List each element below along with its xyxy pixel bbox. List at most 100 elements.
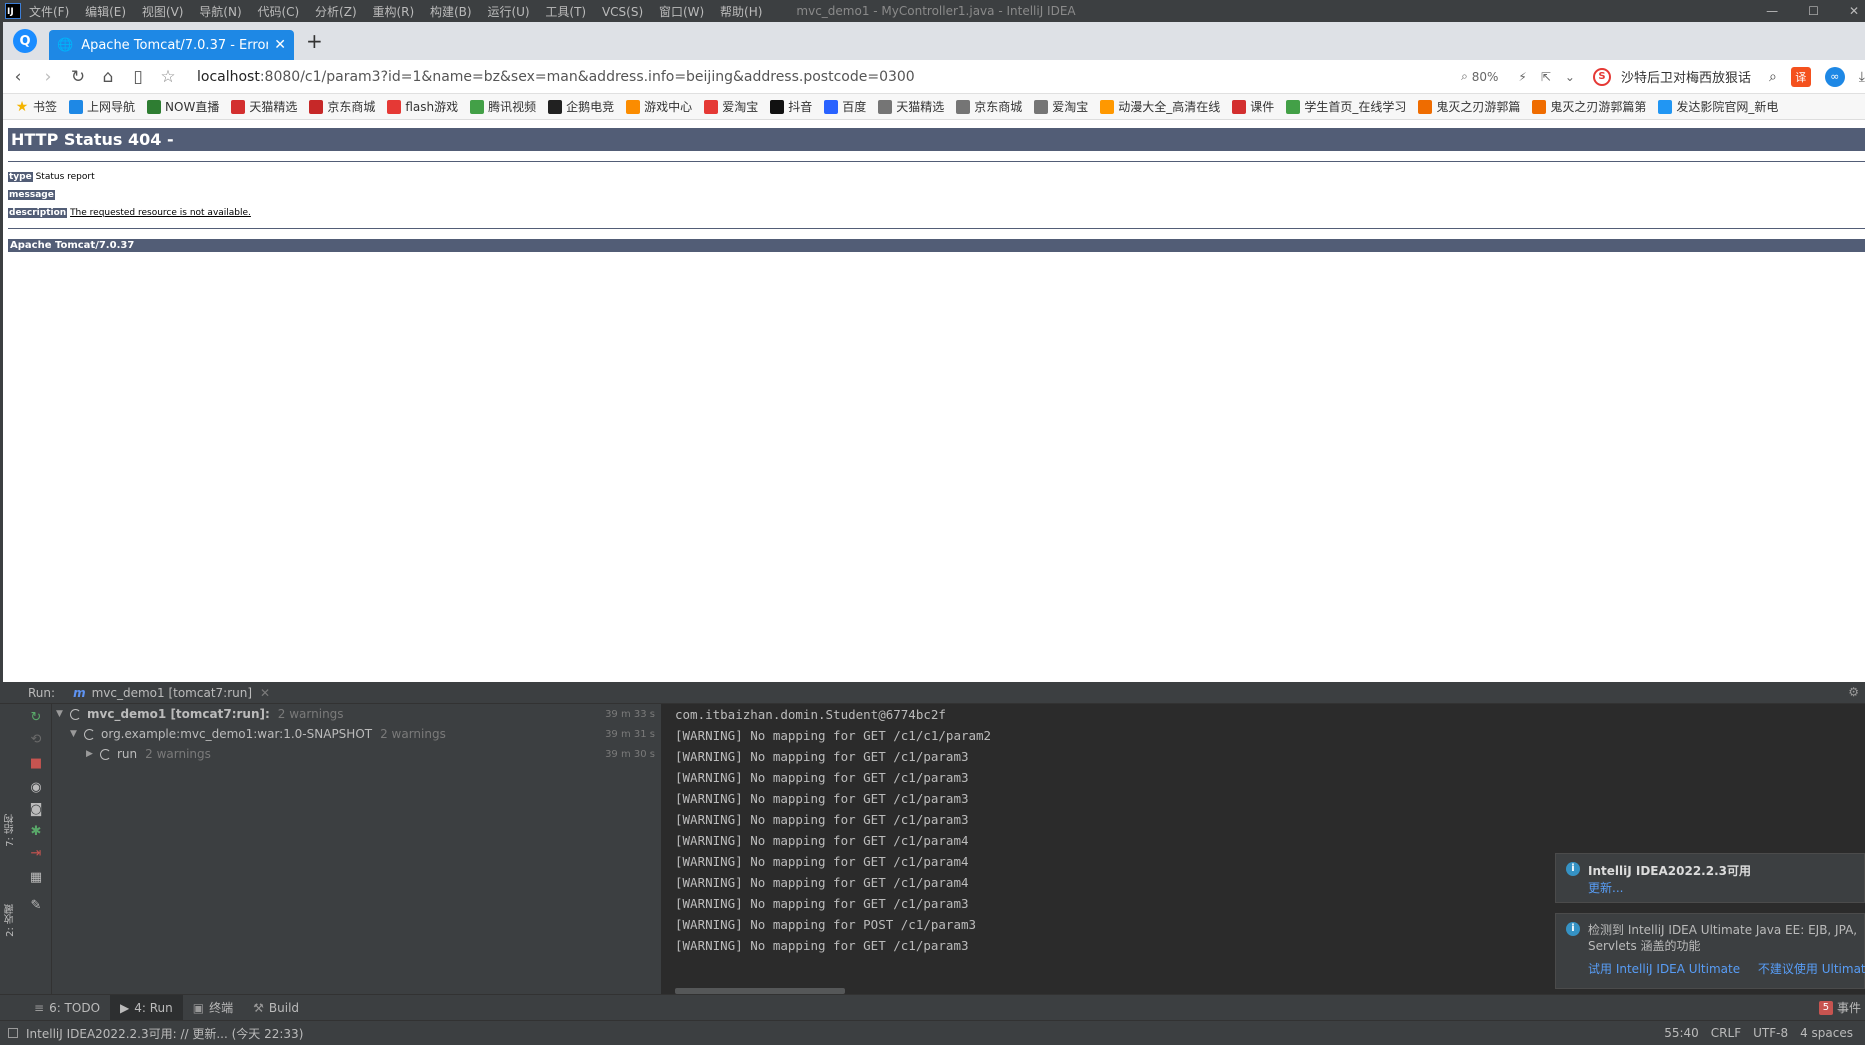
status-bar: IntelliJ IDEA2022.2.3可用: // 更新... (今天 22… bbox=[0, 1020, 1865, 1045]
bookmark-item[interactable]: flash游戏 bbox=[387, 98, 458, 115]
file-encoding[interactable]: UTF-8 bbox=[1753, 1026, 1788, 1040]
back-icon[interactable]: ‹ bbox=[3, 67, 33, 87]
bookmark-item[interactable]: 上网导航 bbox=[69, 98, 135, 115]
pin-icon[interactable]: ✎ bbox=[28, 898, 44, 914]
rerun-failed-icon[interactable]: ⟲ bbox=[28, 732, 44, 748]
tab-run[interactable]: ▶ 4: Run bbox=[110, 994, 183, 1021]
menu-help[interactable]: 帮助(H) bbox=[720, 5, 762, 19]
maximize-icon[interactable]: ☐ bbox=[1808, 4, 1819, 18]
menu-edit[interactable]: 编辑(E) bbox=[85, 5, 126, 19]
run-config-tab[interactable]: m mvc_demo1 [tomcat7:run] ✕ bbox=[73, 686, 270, 700]
bookmark-item[interactable]: 鬼灭之刃游郭篇第 bbox=[1532, 98, 1646, 115]
translate-icon[interactable]: 译 bbox=[1790, 66, 1811, 87]
bookmark-item[interactable]: 天猫精选 bbox=[878, 98, 944, 115]
line-separator[interactable]: CRLF bbox=[1711, 1026, 1741, 1040]
close-icon[interactable]: ✕ bbox=[1849, 4, 1859, 18]
menu-build[interactable]: 构建(B) bbox=[430, 5, 472, 19]
menu-run[interactable]: 运行(U) bbox=[487, 5, 529, 19]
search-suggestion[interactable]: S 沙特后卫对梅西放狠话 bbox=[1592, 67, 1751, 86]
caret-position[interactable]: 55:40 bbox=[1664, 1026, 1699, 1040]
bookmark-item[interactable]: 鬼灭之刃游郭篇 bbox=[1418, 98, 1520, 115]
bookmark-item[interactable]: 学生首页_在线学习 bbox=[1286, 98, 1406, 115]
download-icon[interactable]: ⤓ bbox=[1859, 69, 1865, 85]
menu-window[interactable]: 窗口(W) bbox=[659, 5, 704, 19]
bookmark-item[interactable]: 京东商城 bbox=[956, 98, 1022, 115]
debug-icon[interactable]: ✱ bbox=[28, 824, 44, 840]
todo-icon: ≡ bbox=[34, 1000, 45, 1015]
favorites-side-tab[interactable]: 2: 收藏 bbox=[3, 904, 18, 937]
bookmark-item[interactable]: 京东商城 bbox=[309, 98, 375, 115]
eye-icon[interactable]: ◉ bbox=[28, 780, 44, 796]
bookmark-label: 企鹅电竞 bbox=[566, 100, 615, 114]
tree-row[interactable]: ▼ mvc_demo1 [tomcat7:run]: 2 warnings 39… bbox=[52, 704, 661, 724]
exit-icon[interactable]: ⇥ bbox=[28, 846, 44, 862]
tab-build[interactable]: ⚒ Build bbox=[243, 995, 309, 1021]
zoom-level[interactable]: 80% bbox=[1472, 70, 1499, 84]
stop-icon[interactable]: ■ bbox=[28, 756, 44, 772]
reload-icon[interactable]: ↻ bbox=[63, 67, 93, 87]
tab-close-icon[interactable]: ✕ bbox=[274, 37, 286, 53]
minimize-icon[interactable]: — bbox=[1766, 4, 1778, 18]
run-toolbar: ↻ ⟲ ■ ◉ ◙ ✱ ⇥ ▦ ✎ bbox=[20, 704, 52, 994]
gear-icon[interactable]: ⚙ bbox=[1848, 685, 1859, 699]
expand-arrow-icon[interactable]: ▼ bbox=[70, 729, 84, 739]
update-link[interactable]: 更新... bbox=[1588, 879, 1864, 896]
camera-icon[interactable]: ◙ bbox=[28, 802, 44, 818]
browser-logo-icon[interactable]: Q bbox=[13, 29, 37, 53]
bookmark-item[interactable]: 百度 bbox=[824, 98, 866, 115]
zoom-icon[interactable]: ⌕ bbox=[1461, 69, 1472, 84]
tab-terminal[interactable]: ▣ 终端 bbox=[183, 995, 243, 1021]
bookmark-item[interactable]: 企鹅电竞 bbox=[548, 98, 614, 115]
menu-view[interactable]: 视图(V) bbox=[142, 5, 184, 19]
menu-vcs[interactable]: VCS(S) bbox=[602, 5, 643, 19]
tree-row[interactable]: ▼ org.example:mvc_demo1:war:1.0-SNAPSHOT… bbox=[52, 724, 661, 744]
share-icon[interactable]: ⇱ bbox=[1541, 70, 1551, 84]
console-line: [WARNING] No mapping for GET /c1/param3 bbox=[675, 812, 969, 827]
bookmark-item[interactable]: 动漫大全_高清在线 bbox=[1100, 98, 1220, 115]
reader-icon[interactable]: ▯ bbox=[123, 67, 153, 87]
search-icon[interactable]: ⌕ bbox=[1769, 69, 1777, 85]
bookmark-item[interactable]: 发达影院官网_新电 bbox=[1658, 98, 1778, 115]
menu-analyze[interactable]: 分析(Z) bbox=[315, 5, 357, 19]
menu-tools[interactable]: 工具(T) bbox=[545, 5, 586, 19]
menu-code[interactable]: 代码(C) bbox=[257, 5, 299, 19]
lightning-icon[interactable]: ⚡ bbox=[1518, 70, 1526, 84]
bookmark-item[interactable]: 腾讯视频 bbox=[470, 98, 536, 115]
home-icon[interactable]: ⌂ bbox=[93, 67, 123, 87]
tree-warnings: 2 warnings bbox=[277, 707, 344, 721]
bookmark-item[interactable]: 爱淘宝 bbox=[704, 98, 758, 115]
new-tab-icon[interactable]: + bbox=[306, 29, 323, 53]
indent-setting[interactable]: 4 spaces bbox=[1800, 1026, 1853, 1040]
browser-tab-active[interactable]: 🌐 Apache Tomcat/7.0.37 - Error rep ✕ bbox=[49, 30, 294, 60]
bookmark-star-icon[interactable]: ☆ bbox=[153, 67, 183, 87]
layout-icon[interactable]: ▦ bbox=[28, 870, 44, 886]
forward-icon[interactable]: › bbox=[33, 67, 63, 87]
extension-icon[interactable]: ∞ bbox=[1824, 66, 1845, 87]
bookmark-item[interactable]: 抖音 bbox=[770, 98, 812, 115]
bookmark-item[interactable]: 课件 bbox=[1232, 98, 1274, 115]
event-log-button[interactable]: 5 事件 bbox=[1818, 999, 1861, 1016]
url-field[interactable]: localhost:8080/c1/param3?id=1&name=bz&se… bbox=[197, 69, 1461, 85]
rerun-icon[interactable]: ↻ bbox=[28, 710, 44, 726]
menu-navigate[interactable]: 导航(N) bbox=[199, 5, 241, 19]
bookmark-label: 腾讯视频 bbox=[488, 100, 537, 114]
dont-suggest-link[interactable]: 不建议使用 Ultimate bbox=[1758, 962, 1865, 976]
try-ultimate-link[interactable]: 试用 IntelliJ IDEA Ultimate bbox=[1588, 962, 1740, 976]
bookmark-item[interactable]: NOW直播 bbox=[147, 98, 219, 115]
tool-window-toggle-icon[interactable] bbox=[8, 1028, 18, 1038]
menu-file[interactable]: 文件(F) bbox=[29, 5, 69, 19]
expand-arrow-icon[interactable]: ▼ bbox=[56, 709, 70, 719]
bookmark-item[interactable]: ★ 书签 bbox=[15, 98, 57, 115]
tab-todo[interactable]: ≡ 6: TODO bbox=[24, 995, 110, 1021]
update-notification: i IntelliJ IDEA2022.2.3可用 更新... bbox=[1555, 853, 1865, 903]
structure-side-tab[interactable]: 7: 结构 bbox=[3, 814, 18, 847]
bookmark-item[interactable]: 天猫精选 bbox=[231, 98, 297, 115]
status-message-area[interactable]: IntelliJ IDEA2022.2.3可用: // 更新... (今天 22… bbox=[8, 1025, 303, 1042]
close-run-tab-icon[interactable]: ✕ bbox=[260, 686, 270, 700]
bookmark-item[interactable]: 游戏中心 bbox=[626, 98, 692, 115]
chevron-down-icon[interactable]: ⌄ bbox=[1565, 70, 1575, 84]
menu-refactor[interactable]: 重构(R) bbox=[372, 5, 414, 19]
tree-row[interactable]: ▶ run 2 warnings 39 m 30 s bbox=[52, 744, 661, 764]
bookmark-item[interactable]: 爱淘宝 bbox=[1034, 98, 1088, 115]
collapse-arrow-icon[interactable]: ▶ bbox=[86, 749, 100, 759]
